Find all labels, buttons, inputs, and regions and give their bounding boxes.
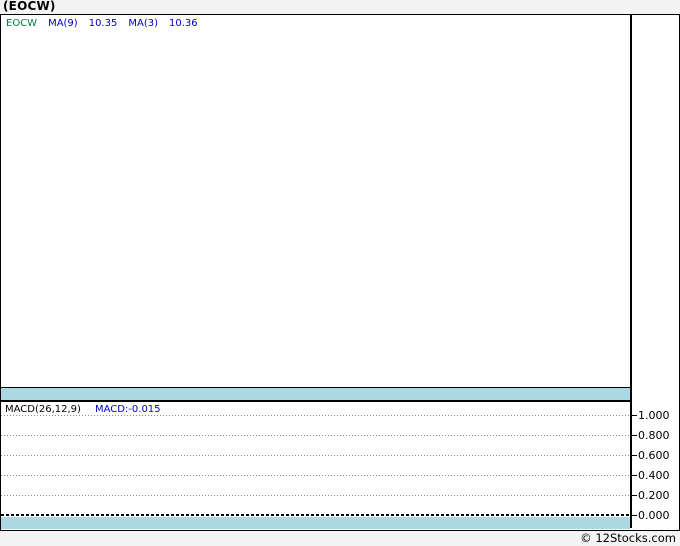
main-price-panel: EOCW MA(9) 10.35 MA(3) 10.36 [1,15,630,387]
axis-label-text: 1.000 [638,408,670,422]
footer: © 12Stocks.com [0,531,676,546]
gridline-0800 [1,435,630,436]
axis-tick [632,474,637,476]
macd-params-label: MACD(26,12,9) [5,404,81,415]
gridline-0600 [1,455,630,456]
main-chart-time-axis-band [1,387,630,402]
symbol-label: EOCW [6,18,38,29]
axis-tick [632,414,637,416]
axis-tick [632,514,637,516]
gridline-0200 [1,495,630,496]
axis-tick [632,434,637,436]
macd-legend: MACD(26,12,9) MACD:-0.015 [5,404,161,415]
gridline-0400 [1,475,630,476]
main-chart-legend: EOCW MA(9) 10.35 MA(3) 10.36 [6,18,198,29]
axis-label: 0.800 [632,428,670,442]
macd-value: MACD:-0.015 [94,404,161,415]
axis-label-text: 0.800 [638,428,670,442]
ma3-label: MA(3) [128,18,158,29]
axis-label-text: 0.600 [638,448,670,462]
axis-label-text: 0.400 [638,468,670,482]
axis-tick [632,454,637,456]
axis-tick [632,494,637,496]
axis-label: 0.400 [632,468,670,482]
macd-value-axis: 1.000 0.800 0.600 0.400 0.200 0.000 [632,15,677,528]
ma9-label: MA(9) [48,18,78,29]
axis-label: 1.000 [632,408,670,422]
macd-panel [1,402,630,528]
axis-label: 0.200 [632,488,670,502]
chart-frame: EOCW MA(9) 10.35 MA(3) 10.36 MACD(26,12,… [0,14,680,531]
axis-label-text: 0.000 [638,508,670,522]
page-title: (EOCW) [3,0,56,13]
ma9-value: 10.35 [88,18,118,29]
ma3-value: 10.36 [168,18,198,29]
axis-label: 0.600 [632,448,670,462]
gridline-1000 [1,415,630,416]
copyright-link[interactable]: © 12Stocks.com [580,531,676,545]
axis-label: 0.000 [632,508,670,522]
zero-gridline [1,514,630,516]
macd-time-axis-band [1,517,630,529]
axis-label-text: 0.200 [638,488,670,502]
